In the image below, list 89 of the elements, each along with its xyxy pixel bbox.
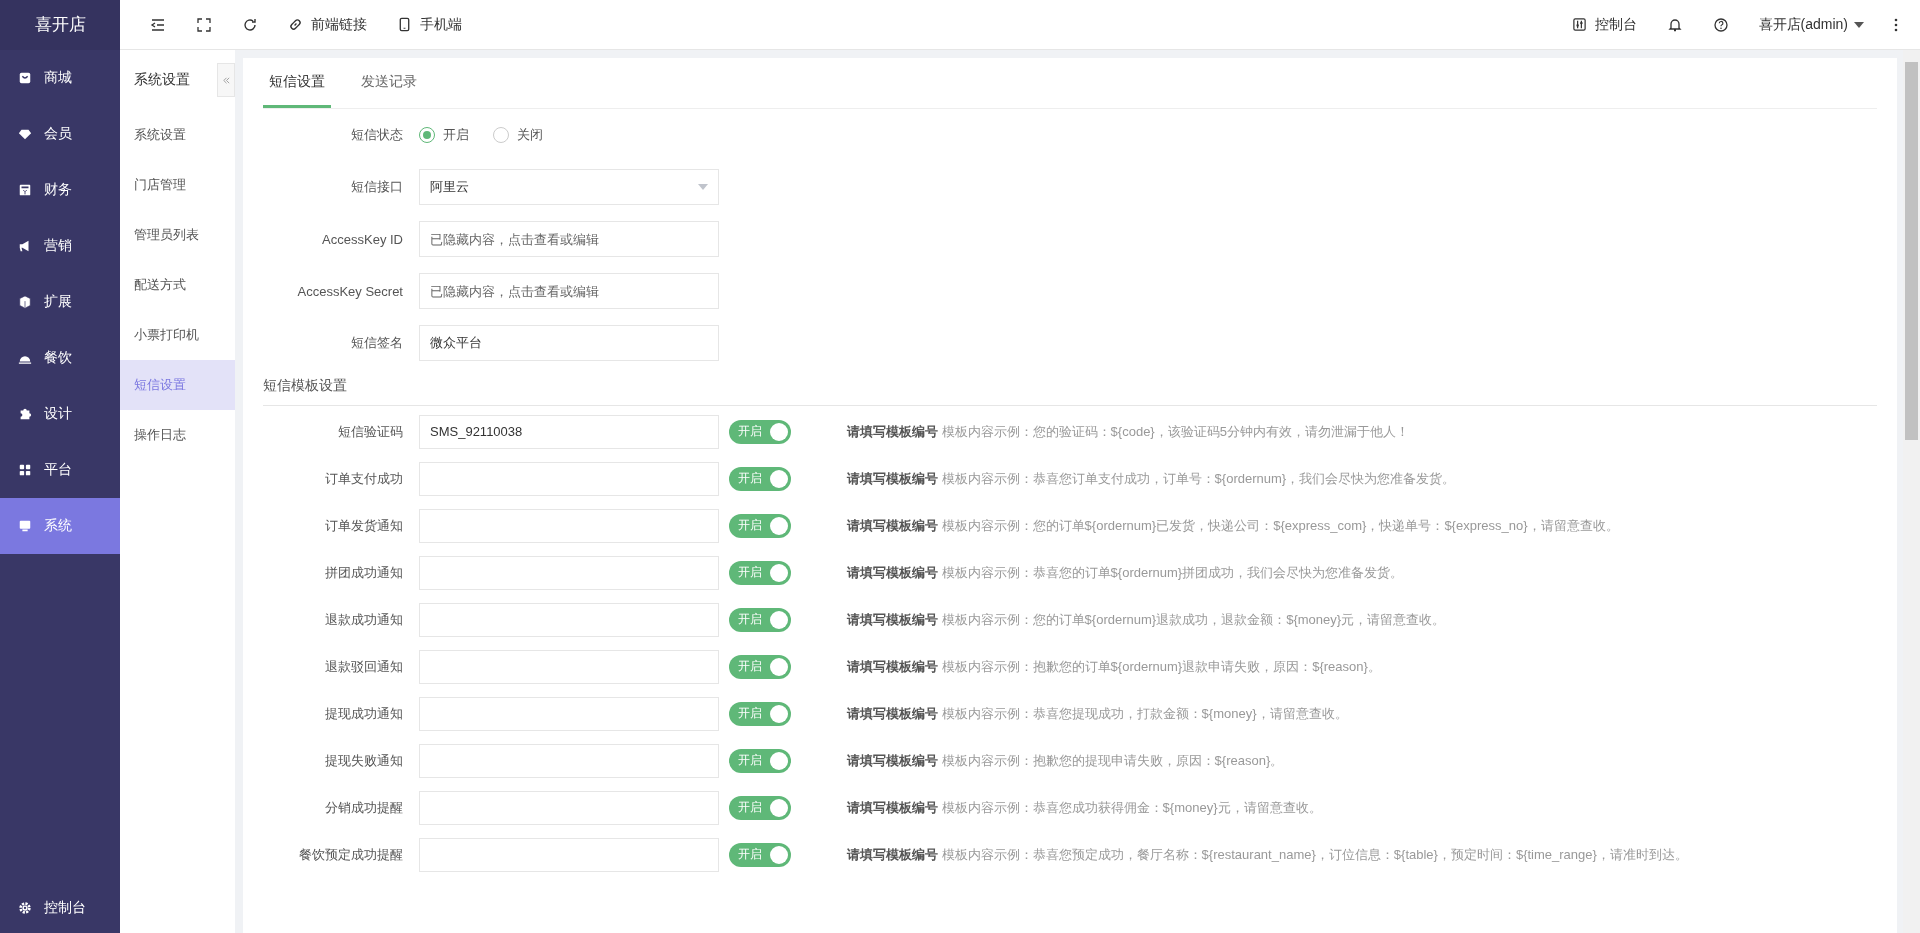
sidebar-item[interactable]: 平台 (0, 442, 120, 498)
puzzle-icon (18, 407, 32, 421)
hint-text: 请填写模板编号 模板内容示例：您的订单${ordernum}已发货，快递公司：${express_com}，快递单号：${express_no}，请留意查收。 (847, 516, 1619, 535)
field-label: 订单发货通知 (324, 516, 404, 535)
sidebar-item[interactable]: 财务 (0, 162, 120, 218)
menu-title: 系统设置 (134, 71, 190, 89)
fullscreen-icon[interactable] (196, 16, 212, 33)
sidebar-item[interactable]: 系统 (0, 498, 120, 554)
field-label: 拼团成功通知 (324, 563, 404, 582)
field-label: 退款驳回通知 (324, 657, 404, 676)
settings-icon (18, 901, 32, 915)
hint-text: 请填写模板编号 模板内容示例：抱歉您的提现申请失败，原因：${reason}。 (847, 751, 1284, 770)
sidebar-item[interactable]: 餐饮 (0, 330, 120, 386)
sidebar-item[interactable]: 控制台 (0, 883, 120, 933)
sidebar-item[interactable]: 扩展 (0, 274, 120, 330)
field-label: 退款成功通知 (324, 610, 404, 629)
input-field[interactable] (419, 743, 719, 778)
mobile-link[interactable]: 手机端 (397, 15, 462, 34)
input-field[interactable]: 已隐藏内容，点击查看或编辑 (419, 221, 719, 257)
field-label: 提现成功通知 (324, 704, 404, 723)
diamond-icon (18, 127, 32, 141)
hint-text: 请填写模板编号 模板内容示例：您的验证码：${code}，该验证码5分钟内有效，请勿泄漏于他人！ (847, 422, 1409, 441)
menu-item[interactable]: 小票打印机 (120, 310, 235, 360)
field-label: 提现失败通知 (324, 751, 404, 770)
bag-icon (18, 71, 32, 85)
tab[interactable]: 发送记录 (355, 58, 423, 108)
input-field[interactable]: 微众平台 (419, 325, 719, 361)
hint-text: 请填写模板编号 模板内容示例：恭喜您成功获得佣金：${money}元，请留意查收。 (847, 798, 1322, 817)
grid-icon (18, 463, 32, 477)
input-field[interactable] (419, 461, 719, 496)
input-field[interactable] (419, 696, 719, 731)
sliders-icon (1571, 17, 1587, 32)
link-icon (288, 17, 303, 32)
input-field[interactable] (419, 837, 719, 872)
user-menu[interactable]: 喜开店(admin) (1758, 15, 1864, 34)
sidebar-item[interactable]: 营销 (0, 218, 120, 274)
hint-text: 请填写模板编号 模板内容示例：您的订单${ordernum}退款成功，退款金额：${money}元，请留意查收。 (847, 610, 1446, 629)
cube-icon (18, 295, 32, 309)
field-label: AccessKey ID (321, 231, 404, 247)
input-field[interactable] (419, 790, 719, 825)
console-link[interactable]: 控制台 (1571, 15, 1637, 34)
menu-icon[interactable] (150, 16, 166, 33)
radio-option[interactable]: 开启 (419, 126, 469, 144)
monitor-icon (18, 519, 32, 533)
field-label: 短信签名 (350, 334, 404, 352)
menu-item[interactable]: 系统设置 (120, 110, 235, 160)
collapse-button[interactable] (217, 63, 235, 97)
phone-icon (397, 17, 412, 32)
menu-item[interactable]: 配送方式 (120, 260, 235, 310)
hint-text: 请填写模板编号 模板内容示例：恭喜您订单支付成功，订单号：${ordernum}，我们会尽快为您准备发货。 (847, 469, 1456, 488)
hint-text: 请填写模板编号 模板内容示例：恭喜您预定成功，餐厅名称：${restaurant_name}，订位信息：${table}，预定时间：${time_range}，请准时到达。 (847, 845, 1688, 864)
menu-item[interactable]: 操作日志 (120, 410, 235, 460)
input-field[interactable] (419, 602, 719, 637)
input-field[interactable] (419, 555, 719, 590)
field-label: 短信验证码 (337, 422, 404, 441)
menu-item[interactable]: 门店管理 (120, 160, 235, 210)
field-label: AccessKey Secret (296, 283, 404, 299)
hint-text: 请填写模板编号 模板内容示例：恭喜您提现成功，打款金额：${money}，请留意查收。 (847, 704, 1348, 723)
sidebar-item[interactable]: 会员 (0, 106, 120, 162)
refresh-icon[interactable] (242, 16, 258, 33)
field-label: 订单支付成功 (324, 469, 404, 488)
input-field[interactable] (419, 508, 719, 543)
more-icon[interactable] (1894, 16, 1898, 33)
bell-icon[interactable] (1666, 16, 1683, 33)
input-field[interactable]: SMS_92110038 (419, 414, 719, 449)
field-label: 分销成功提醒 (324, 798, 404, 817)
hint-text: 请填写模板编号 模板内容示例：恭喜您的订单${ordernum}拼团成功，我们会尽快为您准备发货。 (847, 563, 1404, 582)
help-icon[interactable] (1712, 16, 1729, 33)
field-label: 短信接口 (350, 178, 404, 196)
input-field[interactable]: 已隐藏内容，点击查看或编辑 (419, 273, 719, 309)
brand-title: 喜开店 (0, 0, 120, 50)
frontend-link[interactable]: 前端链接 (288, 15, 367, 34)
select-field[interactable]: 阿里云 (419, 169, 719, 205)
scrollbar[interactable] (1903, 50, 1920, 933)
radio-option[interactable]: 关闭 (493, 126, 543, 144)
sidebar-item[interactable]: 商城 (0, 50, 120, 106)
tab[interactable]: 短信设置 (263, 58, 331, 108)
caret-icon (698, 184, 708, 190)
input-field[interactable] (419, 649, 719, 684)
sidebar-item[interactable]: 设计 (0, 386, 120, 442)
caret-icon (1854, 21, 1864, 28)
megaphone-icon (18, 239, 32, 253)
chevrons-left-icon (221, 75, 231, 85)
section-title: 短信模板设置 (263, 377, 348, 395)
hint-text: 请填写模板编号 模板内容示例：抱歉您的订单${ordernum}退款申请失败，原因：${reason}。 (847, 657, 1381, 676)
menu-item[interactable]: 管理员列表 (120, 210, 235, 260)
field-label: 短信状态 (350, 126, 404, 144)
field-label: 餐饮预定成功提醒 (298, 845, 404, 864)
box-icon (18, 183, 32, 197)
